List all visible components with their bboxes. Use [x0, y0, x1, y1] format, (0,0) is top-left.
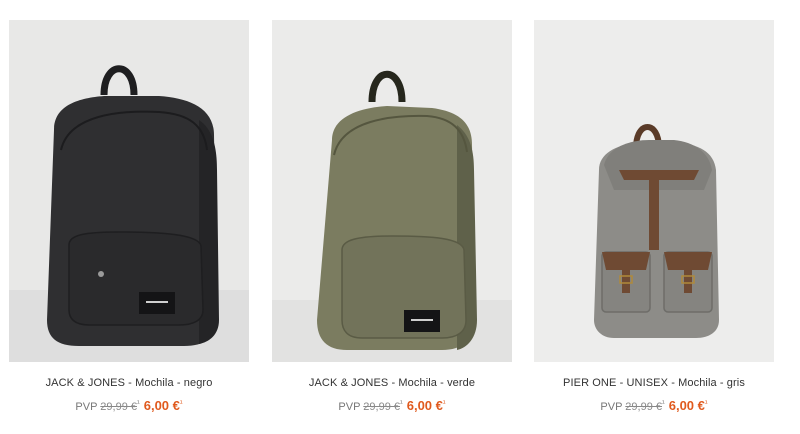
product-image-green-backpack[interactable]	[272, 20, 512, 362]
product-title[interactable]: PIER ONE - UNISEX - Mochila - gris	[534, 377, 774, 389]
price-line: PVP 29,99 €¹ 6,00 €¹	[534, 398, 774, 413]
price-footnote-marker: ¹	[179, 398, 183, 408]
sale-price: 6,00 €	[143, 398, 180, 413]
backpack-green-illustration	[272, 20, 512, 362]
price-marker: ¹	[400, 398, 403, 408]
product-card[interactable]: JACK & JONES - Mochila - negro PVP 29,99…	[9, 0, 249, 413]
pvp-label: PVP	[75, 401, 98, 413]
pvp-label: PVP	[600, 401, 623, 413]
product-card[interactable]: PIER ONE - UNISEX - Mochila - gris PVP 2…	[534, 0, 774, 413]
product-title[interactable]: JACK & JONES - Mochila - verde	[272, 377, 512, 389]
sale-price: 6,00 €	[406, 398, 443, 413]
backpack-black-illustration	[9, 20, 249, 362]
sale-price: 6,00 €	[668, 398, 705, 413]
old-price: 29,99 €	[100, 401, 137, 413]
price-marker: ¹	[137, 398, 140, 408]
old-price: 29,99 €	[363, 401, 400, 413]
pvp-label: PVP	[338, 401, 361, 413]
product-card[interactable]: JACK & JONES - Mochila - verde PVP 29,99…	[272, 0, 512, 413]
price-footnote-marker: ¹	[442, 398, 446, 408]
product-title[interactable]: JACK & JONES - Mochila - negro	[9, 377, 249, 389]
price-footnote-marker: ¹	[704, 398, 708, 408]
old-price: 29,99 €	[625, 401, 662, 413]
product-image-grey-backpack[interactable]	[534, 20, 774, 362]
price-line: PVP 29,99 €¹ 6,00 €¹	[272, 398, 512, 413]
product-image-black-backpack[interactable]	[9, 20, 249, 362]
backpack-grey-illustration	[534, 20, 774, 362]
price-line: PVP 29,99 €¹ 6,00 €¹	[9, 398, 249, 413]
price-marker: ¹	[662, 398, 665, 408]
